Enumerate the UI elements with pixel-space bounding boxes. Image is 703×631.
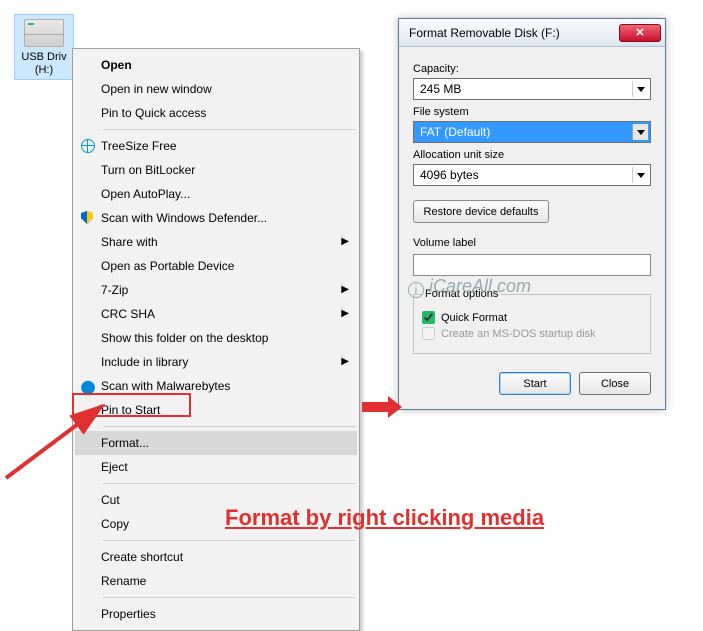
menu-item-format[interactable]: Format... <box>75 431 357 455</box>
menu-separator <box>103 597 355 598</box>
filesystem-label: File system <box>413 106 651 118</box>
msdos-label: Create an MS-DOS startup disk <box>441 328 596 340</box>
menu-item-label: Pin to Quick access <box>101 106 206 120</box>
menu-separator <box>103 426 355 427</box>
menu-item-turn-on-bitlocker[interactable]: Turn on BitLocker <box>75 158 357 182</box>
menu-item-label: Copy <box>101 517 129 531</box>
capacity-value: 245 MB <box>420 82 461 96</box>
menu-item-label: Properties <box>101 607 156 621</box>
menu-item-label: Turn on BitLocker <box>101 163 195 177</box>
quick-format-checkbox[interactable]: Quick Format <box>422 311 642 324</box>
menu-item-treesize-free[interactable]: TreeSize Free <box>75 134 357 158</box>
menu-item-label: Share with <box>101 235 158 249</box>
menu-item-pin-to-start[interactable]: Pin to Start <box>75 398 357 422</box>
watermark-icon: i <box>408 282 424 298</box>
menu-item-scan-with-malwarebytes[interactable]: ⬤ Scan with Malwarebytes <box>75 374 357 398</box>
menu-item-label: CRC SHA <box>101 307 155 321</box>
chevron-right-icon: ▶ <box>341 236 349 247</box>
menu-item-rename[interactable]: Rename <box>75 569 357 593</box>
menu-item-label: Pin to Start <box>101 403 160 417</box>
globe-icon <box>81 139 95 153</box>
icon-label-line2: (H:) <box>17 64 71 77</box>
allocation-value: 4096 bytes <box>420 168 479 182</box>
drive-icon <box>24 19 64 47</box>
chevron-right-icon: ▶ <box>341 308 349 319</box>
mb-icon: ⬤ <box>81 379 95 393</box>
watermark-text: iCareAll.com <box>429 276 531 296</box>
menu-item-label: Scan with Windows Defender... <box>101 211 267 225</box>
close-button[interactable] <box>619 24 661 42</box>
usb-drive-desktop-icon[interactable]: USB Driv (H:) <box>14 14 74 80</box>
chevron-down-icon <box>632 124 648 140</box>
chevron-down-icon <box>632 81 648 97</box>
volume-label-label: Volume label <box>413 237 651 249</box>
menu-item-label: Open AutoPlay... <box>101 187 190 201</box>
menu-item-show-this-folder-on-the-desktop[interactable]: Show this folder on the desktop <box>75 326 357 350</box>
menu-item-label: Create shortcut <box>101 550 183 564</box>
menu-item-label: Eject <box>101 460 128 474</box>
msdos-checkbox: Create an MS-DOS startup disk <box>422 327 642 340</box>
menu-separator <box>103 129 355 130</box>
menu-item-label: Open <box>101 58 132 72</box>
quick-format-label: Quick Format <box>441 312 507 324</box>
menu-item-open-in-new-window[interactable]: Open in new window <box>75 77 357 101</box>
menu-item-open[interactable]: Open <box>75 53 357 77</box>
menu-item-label: 7-Zip <box>101 283 128 297</box>
filesystem-dropdown[interactable]: FAT (Default) <box>413 121 651 143</box>
menu-item-7-zip[interactable]: 7-Zip ▶ <box>75 278 357 302</box>
menu-item-label: Rename <box>101 574 146 588</box>
chevron-right-icon: ▶ <box>341 356 349 367</box>
allocation-label: Allocation unit size <box>413 149 651 161</box>
menu-item-pin-to-quick-access[interactable]: Pin to Quick access <box>75 101 357 125</box>
watermark: i iCareAll.com <box>408 276 531 298</box>
menu-item-label: Show this folder on the desktop <box>101 331 268 345</box>
menu-item-label: TreeSize Free <box>101 139 177 153</box>
capacity-label: Capacity: <box>413 63 651 75</box>
shield-icon <box>81 211 93 224</box>
menu-item-label: Cut <box>101 493 120 507</box>
menu-item-open-as-portable-device[interactable]: Open as Portable Device <box>75 254 357 278</box>
menu-item-label: Include in library <box>101 355 188 369</box>
menu-item-crc-sha[interactable]: CRC SHA ▶ <box>75 302 357 326</box>
menu-item-properties[interactable]: Properties <box>75 602 357 626</box>
menu-item-include-in-library[interactable]: Include in library ▶ <box>75 350 357 374</box>
capacity-dropdown[interactable]: 245 MB <box>413 78 651 100</box>
menu-item-label: Format... <box>101 436 149 450</box>
caption-text: Format by right clicking media <box>225 505 544 531</box>
arrow-annotation <box>362 396 402 418</box>
dialog-title: Format Removable Disk (F:) <box>409 26 619 40</box>
menu-item-share-with[interactable]: Share with ▶ <box>75 230 357 254</box>
menu-item-label: Open as Portable Device <box>101 259 234 273</box>
format-dialog: Format Removable Disk (F:) Capacity: 245… <box>398 18 666 410</box>
quick-format-input[interactable] <box>422 311 435 324</box>
start-button[interactable]: Start <box>499 372 571 395</box>
menu-item-label: Open in new window <box>101 82 212 96</box>
filesystem-value: FAT (Default) <box>420 125 490 139</box>
menu-item-open-autoplay[interactable]: Open AutoPlay... <box>75 182 357 206</box>
chevron-down-icon <box>632 167 648 183</box>
volume-label-input[interactable] <box>413 254 651 276</box>
restore-defaults-button[interactable]: Restore device defaults <box>413 200 549 223</box>
close-dialog-button[interactable]: Close <box>579 372 651 395</box>
allocation-dropdown[interactable]: 4096 bytes <box>413 164 651 186</box>
icon-label-line1: USB Driv <box>17 51 71 64</box>
chevron-right-icon: ▶ <box>341 284 349 295</box>
menu-item-create-shortcut[interactable]: Create shortcut <box>75 545 357 569</box>
menu-separator <box>103 540 355 541</box>
menu-separator <box>103 483 355 484</box>
menu-item-eject[interactable]: Eject <box>75 455 357 479</box>
dialog-titlebar[interactable]: Format Removable Disk (F:) <box>399 19 665 47</box>
menu-item-scan-with-windows-defender[interactable]: Scan with Windows Defender... <box>75 206 357 230</box>
context-menu: Open Open in new window Pin to Quick acces… <box>72 48 360 631</box>
msdos-input <box>422 327 435 340</box>
menu-item-label: Scan with Malwarebytes <box>101 379 230 393</box>
